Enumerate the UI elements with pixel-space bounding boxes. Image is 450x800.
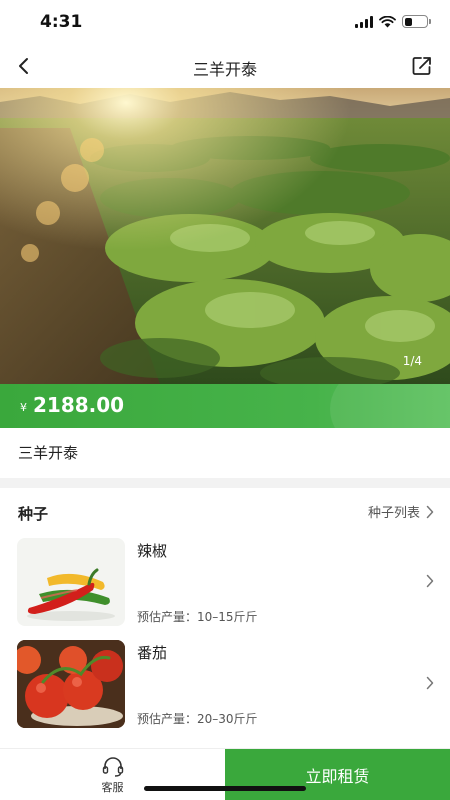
seeds-title: 种子 — [18, 505, 49, 523]
hero-image-carousel[interactable]: 1/4 — [0, 88, 450, 384]
battery-icon — [402, 15, 431, 28]
field-photo — [0, 88, 450, 384]
wifi-icon — [379, 15, 396, 27]
seed-item-tomato[interactable]: 番茄 预估产量：20–30斤斤 — [0, 640, 450, 732]
page: 4:31 三羊开泰 1/4 ¥ 2188.00 三羊开泰 种子 种子列表 辣椒 … — [0, 0, 450, 800]
price-value: 2188.00 — [33, 393, 125, 417]
seed-name: 辣椒 — [137, 542, 168, 560]
carousel-page-indicator: 1/4 — [402, 354, 422, 368]
bottom-action-bar: 客服 立即租赁 — [0, 748, 450, 800]
seeds-section: 种子 种子列表 辣椒 预估产量：10–15斤斤 番茄 预估产量：20–30斤斤 — [0, 488, 450, 750]
seeds-list-link[interactable]: 种子列表 — [368, 502, 434, 521]
seed-item-pepper[interactable]: 辣椒 预估产量：10–15斤斤 — [0, 538, 450, 630]
product-name-section: 三羊开泰 — [0, 428, 450, 478]
home-indicator — [144, 786, 306, 791]
headset-icon — [102, 757, 124, 777]
seed-yield: 预估产量：20–30斤斤 — [137, 712, 258, 726]
seed-yield: 预估产量：10–15斤斤 — [137, 610, 258, 624]
chevron-right-icon — [426, 574, 434, 588]
customer-service-button[interactable]: 客服 — [0, 749, 225, 800]
page-title: 三羊开泰 — [192, 60, 257, 79]
chevron-right-icon — [426, 676, 434, 690]
seeds-list-label: 种子列表 — [367, 506, 420, 521]
pepper-image — [17, 538, 125, 626]
nav-bar: 三羊开泰 — [0, 44, 450, 88]
status-bar: 4:31 — [0, 0, 450, 44]
signal-icon — [355, 15, 373, 28]
price-bar: ¥ 2188.00 — [0, 384, 450, 428]
status-icons — [355, 15, 431, 28]
seed-name: 番茄 — [137, 644, 168, 662]
price-currency: ¥ — [20, 401, 27, 414]
share-icon — [412, 57, 431, 75]
rent-now-button[interactable]: 立即租赁 — [225, 749, 450, 800]
product-name: 三羊开泰 — [18, 444, 79, 462]
status-time: 4:31 — [40, 12, 83, 32]
share-button[interactable] — [408, 52, 436, 80]
tomato-image — [17, 640, 125, 728]
chevron-right-icon — [426, 505, 434, 518]
